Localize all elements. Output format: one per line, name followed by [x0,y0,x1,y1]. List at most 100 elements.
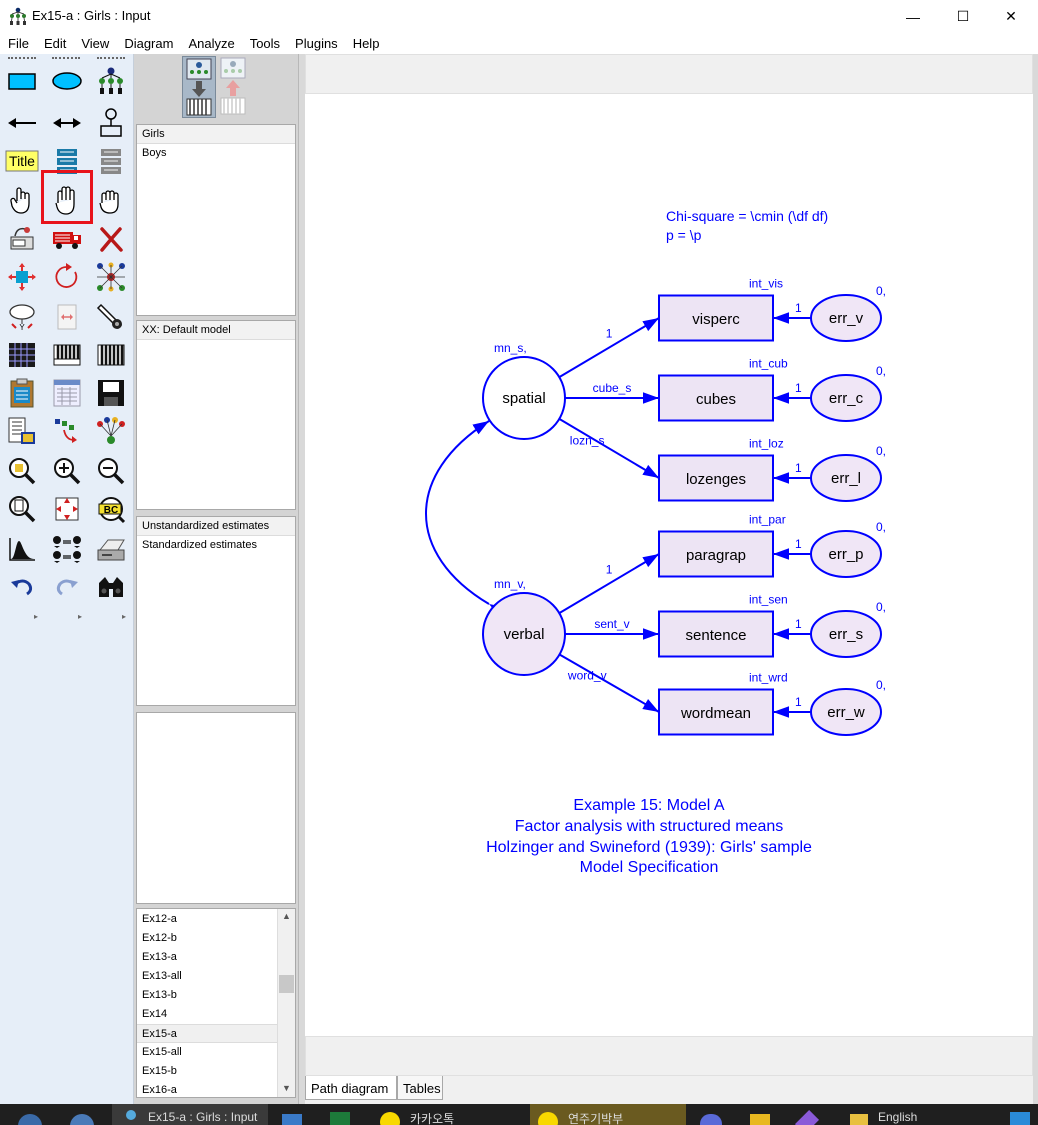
duplicate-objects-icon[interactable] [2,220,42,258]
select-data-files-icon[interactable] [2,336,42,374]
latent-mean-label-verbal: mn_v, [494,577,526,591]
title-tool-label: Title [9,153,35,169]
view-input-button[interactable] [182,56,216,118]
menu-view[interactable]: View [73,33,116,54]
move-objects-icon[interactable] [47,220,87,258]
menu-edit[interactable]: Edit [36,33,73,54]
menu-file[interactable]: File [0,33,36,54]
toolbar-overflow-icon[interactable]: ▸ [122,612,126,621]
taskbar-amos-window[interactable]: Ex15-a : Girls : Input [112,1104,268,1125]
figure-caption-icon[interactable]: Title [2,142,42,180]
scroll-up-icon[interactable]: ▲ [282,911,291,921]
touch-up-icon[interactable] [91,298,131,336]
preserve-symmetries-icon[interactable] [91,412,131,450]
scroll-down-icon[interactable]: ▼ [282,1083,291,1093]
minimize-button[interactable]: — [890,0,936,33]
rotate-indicators-icon[interactable] [47,258,87,296]
file-item[interactable]: Ex12-b [137,929,295,948]
intercept-label-paragrap: int_par [749,513,786,527]
taskbar-kakao-chat[interactable]: 연주기박부 [530,1104,686,1125]
taskbar-app-icon[interactable] [18,1104,44,1125]
object-properties-icon[interactable] [2,412,42,450]
vscode-taskbar-icon[interactable] [1010,1104,1032,1125]
draw-latent-indicator-icon[interactable] [91,62,131,100]
draw-unobserved-variable-icon[interactable] [47,62,87,100]
tab-path-diagram[interactable]: Path diagram [305,1076,397,1100]
file-item[interactable]: Ex12-a [137,910,295,929]
taskbar-english-folder[interactable]: English [846,1104,966,1125]
loading-arrow-lozenges[interactable] [558,418,660,479]
file-item[interactable]: Ex15-all [137,1043,295,1062]
draw-observed-variable-icon[interactable] [2,62,42,100]
file-item[interactable]: Ex15-b [137,1062,295,1081]
loading-arrow-wordmean[interactable] [559,653,660,713]
latent-label-spatial: spatial [502,390,545,407]
taskbar-app-icon[interactable] [750,1104,772,1125]
list-variables-in-dataset-icon[interactable] [91,142,131,180]
zoom-out-icon[interactable] [91,452,131,490]
scroll-icon[interactable] [47,298,87,336]
scrollbar-thumb[interactable] [279,975,294,993]
menu-analyze[interactable]: Analyze [180,33,241,54]
menu-help[interactable]: Help [345,33,387,54]
multiple-group-analysis-icon[interactable] [47,530,87,568]
reflect-indicators-icon[interactable] [91,258,131,296]
file-item[interactable]: Ex13-all [137,967,295,986]
file-item[interactable]: Ex13-a [137,948,295,967]
view-output-button[interactable] [218,56,248,118]
model-default[interactable]: XX: Default model [137,321,295,340]
select-one-object-icon[interactable] [2,182,42,220]
zoom-in-icon[interactable] [47,452,87,490]
path-diagram-canvas[interactable]: spatial mn_s, verbal mn_v, 1 visperc int_vis er… [305,94,1033,1036]
standardized-estimates-option[interactable]: Standardized estimates [137,536,295,555]
change-shape-icon[interactable] [2,258,42,296]
menu-plugins[interactable]: Plugins [287,33,345,54]
degrees-of-freedom-icon[interactable] [2,530,42,568]
double-headed-arrow-icon[interactable] [47,104,87,142]
print-diagram-icon[interactable] [91,530,131,568]
view-text-icon[interactable] [47,374,87,412]
file-item-selected[interactable]: Ex15-a [137,1024,295,1043]
toolbar-overflow-icon[interactable]: ▸ [78,612,82,621]
close-button[interactable]: ✕ [988,0,1034,33]
factor-covariance-arrow[interactable] [425,420,506,618]
erase-objects-icon[interactable] [91,220,131,258]
zoom-in-area-icon[interactable] [2,452,42,490]
excel-taskbar-icon[interactable] [330,1104,354,1125]
error-mean-label-err_p: 0, [876,520,886,534]
bayesian-estimation-icon[interactable]: BC [91,490,131,528]
copy-to-clipboard-icon[interactable] [2,374,42,412]
deselect-all-icon[interactable] [91,182,131,220]
unstandardized-estimates-option[interactable]: Unstandardized estimates [137,517,295,536]
toolbar-overflow-icon[interactable]: ▸ [34,612,38,621]
specification-search-icon[interactable] [91,568,131,606]
taskbar-kakaotalk[interactable]: 카카오톡 [380,1104,520,1125]
tab-tables[interactable]: Tables [397,1076,443,1100]
resize-diagram-icon[interactable] [47,490,87,528]
move-parameter-icon[interactable]: Y [2,298,42,336]
add-unique-variable-icon[interactable] [91,104,131,142]
analysis-properties-icon[interactable] [47,336,87,374]
show-whole-page-icon[interactable] [2,490,42,528]
calculate-estimates-icon[interactable] [91,336,131,374]
taskbar-app-icon[interactable] [700,1104,722,1125]
menu-tools[interactable]: Tools [242,33,287,54]
single-headed-arrow-icon[interactable] [2,104,42,142]
save-diagram-icon[interactable] [91,374,131,412]
file-list-scrollbar[interactable]: ▲ ▼ [277,909,295,1097]
undo-icon[interactable] [2,568,42,606]
maximize-button[interactable]: ☐ [940,0,986,33]
taskbar-app-icon[interactable] [282,1104,304,1125]
menu-diagram[interactable]: Diagram [116,33,180,54]
taskbar-app-icon[interactable] [70,1104,96,1125]
redo-icon[interactable] [47,568,87,606]
drag-properties-icon[interactable] [47,412,87,450]
selected-tool-highlight [41,170,93,224]
group-girls[interactable]: Girls [137,125,295,144]
path-diagram[interactable]: spatial mn_s,verbal mn_v, 1 visperc int_viser… [305,94,1033,1036]
file-item[interactable]: Ex13-b [137,986,295,1005]
group-boys[interactable]: Boys [137,144,295,163]
taskbar-app-icon[interactable] [794,1104,822,1125]
file-item[interactable]: Ex14 [137,1005,295,1024]
file-item[interactable]: Ex16-a [137,1081,295,1097]
